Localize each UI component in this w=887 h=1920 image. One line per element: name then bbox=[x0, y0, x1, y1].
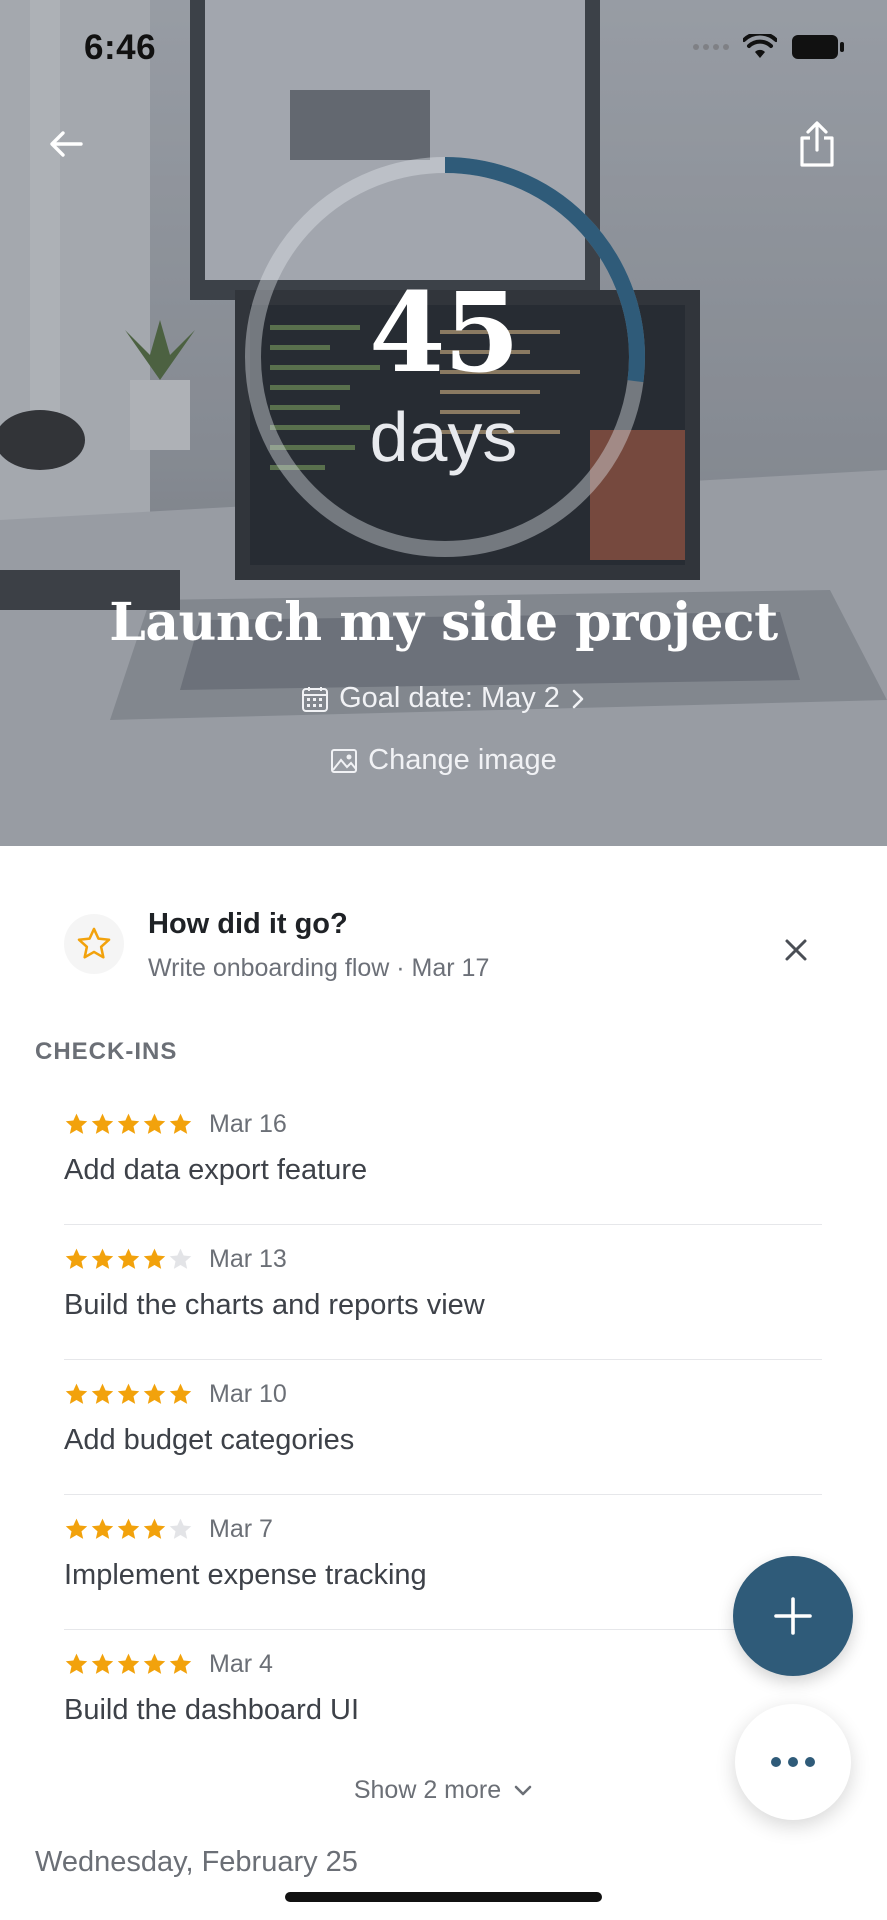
checkin-item[interactable]: Mar 10 Add budget categories bbox=[64, 1360, 822, 1495]
more-horizontal-icon bbox=[771, 1757, 815, 1767]
section-title-checkins: CHECK-INS bbox=[35, 1038, 178, 1065]
prompt-subtitle: Write onboarding flow · Mar 17 bbox=[148, 954, 490, 982]
star-rating bbox=[64, 1112, 193, 1137]
prompt-title: How did it go? bbox=[148, 908, 348, 940]
status-time: 6:46 bbox=[84, 28, 157, 67]
share-button[interactable] bbox=[789, 114, 845, 174]
checkin-header: Mar 16 bbox=[64, 1110, 287, 1139]
checkin-text: Implement expense tracking bbox=[64, 1559, 427, 1591]
rating-prompt[interactable]: How did it go? Write onboarding flow · M… bbox=[64, 908, 824, 988]
cellular-signal-icon bbox=[693, 44, 729, 50]
wifi-icon bbox=[743, 34, 777, 58]
battery-icon bbox=[792, 35, 844, 59]
star-filled-icon bbox=[65, 1653, 88, 1674]
goal-title: Launch my side project bbox=[109, 592, 778, 653]
chevron-down-icon bbox=[514, 1785, 532, 1795]
star-outline-icon bbox=[77, 927, 111, 959]
checkin-header: Mar 13 bbox=[64, 1245, 287, 1274]
show-more-label: Show 2 more bbox=[353, 1776, 502, 1804]
image-icon bbox=[331, 748, 358, 773]
change-image-label: Change image bbox=[368, 744, 557, 776]
back-button[interactable] bbox=[40, 118, 92, 170]
change-image-button[interactable]: Change image bbox=[0, 744, 887, 777]
star-filled-icon bbox=[65, 1113, 88, 1134]
star-filled-icon bbox=[117, 1248, 140, 1269]
dismiss-prompt-button[interactable] bbox=[774, 928, 818, 972]
star-filled-icon bbox=[117, 1383, 140, 1404]
checkin-date: Mar 16 bbox=[209, 1110, 287, 1138]
home-indicator bbox=[285, 1892, 602, 1902]
checkin-item[interactable]: Mar 16 Add data export feature bbox=[64, 1090, 822, 1225]
calendar-icon bbox=[302, 686, 329, 712]
checkin-date: Mar 10 bbox=[209, 1380, 287, 1408]
goal-date-button[interactable]: Goal date: May 2 bbox=[0, 682, 887, 715]
star-filled-icon bbox=[143, 1248, 166, 1269]
plus-icon bbox=[774, 1597, 812, 1635]
goal-date-label: Goal date: May 2 bbox=[339, 682, 560, 714]
checkin-item[interactable]: Mar 13 Build the charts and reports view bbox=[64, 1225, 822, 1360]
checkin-item[interactable]: Mar 7 Implement expense tracking bbox=[64, 1495, 822, 1630]
add-checkin-button[interactable] bbox=[733, 1556, 853, 1676]
goal-hero: 6:46 45 days Launch my side project Goal… bbox=[0, 0, 887, 846]
star-filled-icon bbox=[65, 1248, 88, 1269]
checkin-item[interactable]: Mar 4 Build the dashboard UI bbox=[64, 1630, 822, 1764]
star-filled-icon bbox=[169, 1113, 192, 1134]
day-header: Wednesday, February 25 bbox=[35, 1846, 358, 1878]
star-filled-icon bbox=[91, 1653, 114, 1674]
star-filled-icon bbox=[169, 1383, 192, 1404]
checkin-text: Build the charts and reports view bbox=[64, 1289, 485, 1321]
star-rating bbox=[64, 1247, 193, 1272]
star-filled-icon bbox=[117, 1653, 140, 1674]
star-empty-icon bbox=[169, 1248, 192, 1269]
star-filled-icon bbox=[91, 1248, 114, 1269]
star-rating bbox=[64, 1517, 193, 1542]
checkin-header: Mar 4 bbox=[64, 1650, 273, 1679]
star-filled-icon bbox=[143, 1518, 166, 1539]
checkin-date: Mar 7 bbox=[209, 1515, 273, 1543]
star-filled-icon bbox=[91, 1383, 114, 1404]
star-filled-icon bbox=[117, 1518, 140, 1539]
star-filled-icon bbox=[117, 1113, 140, 1134]
days-unit: days bbox=[369, 398, 518, 476]
star-rating bbox=[64, 1382, 193, 1407]
share-icon bbox=[800, 121, 834, 167]
checkin-date: Mar 13 bbox=[209, 1245, 287, 1273]
more-options-button[interactable] bbox=[735, 1704, 851, 1820]
arrow-left-icon bbox=[50, 131, 83, 157]
star-filled-icon bbox=[65, 1518, 88, 1539]
star-rating bbox=[64, 1652, 193, 1677]
status-icons bbox=[693, 34, 845, 60]
star-filled-icon bbox=[143, 1383, 166, 1404]
star-empty-icon bbox=[169, 1518, 192, 1539]
star-filled-icon bbox=[65, 1383, 88, 1404]
prompt-star-badge bbox=[64, 914, 124, 974]
checkin-text: Build the dashboard UI bbox=[64, 1694, 360, 1726]
close-icon bbox=[785, 939, 807, 961]
checkin-text: Add data export feature bbox=[64, 1154, 368, 1186]
star-filled-icon bbox=[91, 1518, 114, 1539]
checkin-header: Mar 7 bbox=[64, 1515, 273, 1544]
checkin-header: Mar 10 bbox=[64, 1380, 287, 1409]
star-filled-icon bbox=[91, 1113, 114, 1134]
status-bar: 6:46 bbox=[0, 0, 887, 100]
star-filled-icon bbox=[169, 1653, 192, 1674]
chevron-right-icon bbox=[572, 689, 584, 708]
star-filled-icon bbox=[143, 1113, 166, 1134]
checkin-date: Mar 4 bbox=[209, 1650, 273, 1678]
star-filled-icon bbox=[143, 1653, 166, 1674]
checkin-text: Add budget categories bbox=[64, 1424, 355, 1456]
checkin-list: Mar 16 Add data export feature Mar 13 Bu… bbox=[64, 1090, 822, 1764]
days-count: 45 bbox=[368, 268, 520, 397]
